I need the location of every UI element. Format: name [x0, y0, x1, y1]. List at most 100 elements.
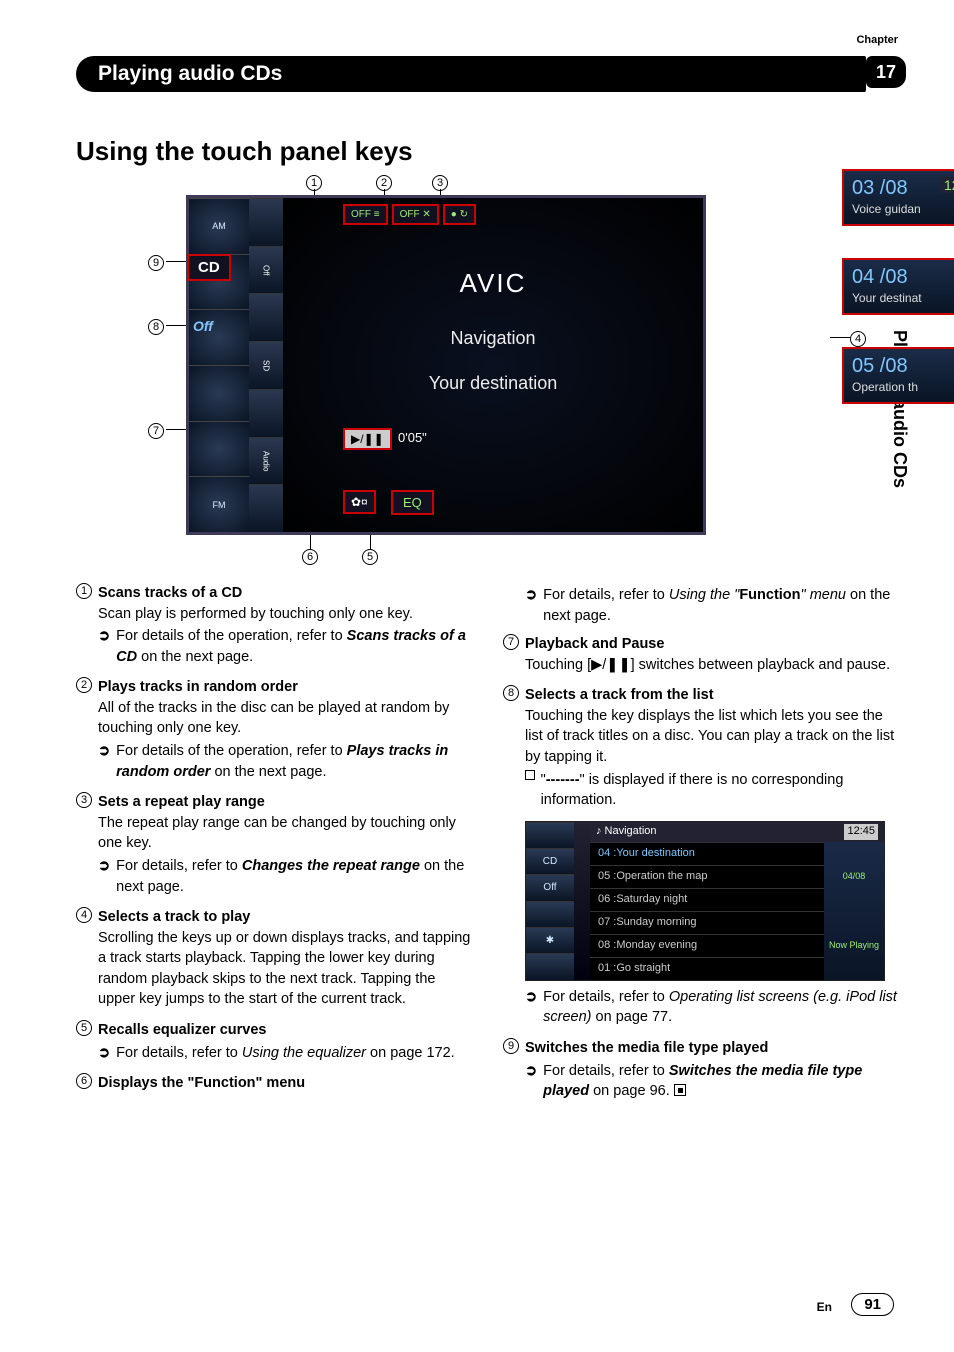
track-number: 04 /08 [852, 266, 908, 288]
list-item[interactable]: 07 :Sunday morning [590, 911, 824, 934]
item8-note: "-------" is displayed if there is no co… [541, 770, 902, 811]
left-tab[interactable]: AM [189, 198, 249, 254]
list-item[interactable]: 08 :Monday evening [590, 934, 824, 957]
left-tab[interactable]: FM [189, 476, 249, 532]
mode-tab[interactable]: Off [249, 246, 283, 294]
arrow-icon: ➲ [98, 626, 110, 667]
item1-body: Scan play is performed by touching only … [98, 604, 475, 625]
callout-8: 8 [148, 319, 164, 335]
mini-side-track: 04/08 [843, 870, 866, 883]
elapsed-time: 0'05" [398, 430, 427, 445]
function-menu-button[interactable]: ✿¤ [343, 490, 376, 514]
track-number: 05 /08 [852, 355, 908, 377]
page-number: 91 [851, 1293, 894, 1316]
bullet-1: 1 [76, 583, 92, 599]
artist-text: AVIC [283, 268, 703, 299]
callout-6: 6 [302, 549, 318, 565]
bullet-8: 8 [503, 685, 519, 701]
arrow-icon: ➲ [98, 1043, 110, 1064]
list-item[interactable]: 05 :Operation the map [590, 865, 824, 888]
end-mark-icon [674, 1084, 686, 1096]
mini-tab[interactable]: ✱ [526, 927, 574, 953]
diagram-figure: 1 2 3 9 8 7 4 6 5 AM FM [126, 179, 846, 559]
bullet-4: 4 [76, 907, 92, 923]
item6-title: Displays the "Function" menu [98, 1073, 305, 1094]
mode-tab[interactable]: Audio [249, 437, 283, 485]
mode-tab[interactable] [249, 198, 283, 246]
bullet-6: 6 [76, 1073, 92, 1089]
right-column: ➲ For details, refer to Using the "Funct… [503, 583, 902, 1112]
album-text: Navigation [283, 328, 703, 349]
arrow-icon: ➲ [525, 585, 537, 626]
list-item[interactable]: 04 :Your destination [590, 842, 824, 865]
list-item[interactable]: 06 :Saturday night [590, 888, 824, 911]
item7-body: Touching [▶/❚❚] switches between playbac… [525, 655, 902, 676]
arrow-icon: ➲ [98, 741, 110, 782]
item8-title: Selects a track from the list [525, 685, 714, 706]
track-title: Your destinat [852, 291, 922, 305]
language-label: En [817, 1300, 832, 1314]
left-column: 1 Scans tracks of a CD Scan play is perf… [76, 583, 475, 1112]
item4-body: Scrolling the keys up or down displays t… [98, 928, 475, 1010]
cont-sub: For details, refer to Using the "Functio… [543, 585, 902, 626]
item1-sub: For details of the operation, refer to S… [116, 626, 475, 667]
page-title-bar: Playing audio CDs [76, 56, 866, 92]
item7-title: Playback and Pause [525, 634, 664, 655]
track-card[interactable]: 04 /08 Your destinat [842, 258, 954, 315]
item4-title: Selects a track to play [98, 907, 250, 928]
mode-tab[interactable] [249, 389, 283, 437]
bullet-9: 9 [503, 1038, 519, 1054]
list-screenshot: CD Off ✱ ♪ Navigation 12:45 04 :Yo [525, 821, 885, 981]
scan-label: OFF [351, 209, 371, 220]
item3-title: Sets a repeat play range [98, 792, 265, 813]
callout-9: 9 [148, 255, 164, 271]
callout-5: 5 [362, 549, 378, 565]
mini-tab[interactable] [526, 901, 574, 927]
random-button[interactable]: OFF ✕ [392, 204, 439, 225]
track-title: Operation th [852, 380, 918, 394]
repeat-button[interactable]: ● ↻ [443, 204, 476, 225]
mode-tab[interactable] [249, 484, 283, 532]
item3-sub: For details, refer to Changes the repeat… [116, 856, 475, 897]
eq-button[interactable]: EQ [391, 490, 434, 515]
mini-tab[interactable] [526, 953, 574, 979]
mini-tab[interactable] [526, 822, 574, 848]
mini-tab[interactable]: CD [526, 848, 574, 874]
item8-sub: For details, refer to Operating list scr… [543, 987, 902, 1028]
off-label: Off [193, 318, 213, 334]
repeat-icon: ● [451, 209, 457, 220]
scan-button[interactable]: OFF ≡ [343, 204, 388, 225]
arrow-icon: ➲ [525, 1061, 537, 1102]
item2-sub: For details of the operation, refer to P… [116, 741, 475, 782]
track-text: Your destination [283, 373, 703, 394]
list-item[interactable]: 01 :Go straight [590, 957, 824, 980]
chapter-label: Chapter [856, 34, 898, 46]
item9-title: Switches the media file type played [525, 1038, 768, 1059]
mode-tab[interactable]: SD [249, 341, 283, 389]
item5-title: Recalls equalizer curves [98, 1020, 266, 1041]
item9-sub: For details, refer to Switches the media… [543, 1061, 902, 1102]
item2-body: All of the tracks in the disc can be pla… [98, 698, 475, 739]
bullet-2: 2 [76, 677, 92, 693]
arrow-icon: ➲ [525, 987, 537, 1028]
mini-tab[interactable]: Off [526, 874, 574, 900]
random-label: OFF [400, 209, 420, 220]
track-title: Voice guidan [852, 202, 921, 216]
left-tab[interactable] [189, 421, 249, 477]
item3-body: The repeat play range can be changed by … [98, 813, 475, 854]
device-screenshot: AM FM Off SD Audio OFF ≡ OFF ✕ [186, 195, 706, 535]
cd-source-button[interactable]: CD [187, 254, 231, 281]
mini-clock: 12:45 [844, 824, 878, 840]
mode-tab[interactable] [249, 293, 283, 341]
note-icon [525, 770, 535, 780]
callout-7: 7 [148, 423, 164, 439]
track-card[interactable]: 05 /08 Operation th [842, 347, 954, 404]
arrow-icon: ➲ [98, 856, 110, 897]
play-pause-button[interactable]: ▶/❚❚ [343, 428, 392, 450]
mini-breadcrumb: ♪ Navigation [596, 824, 657, 840]
item1-title: Scans tracks of a CD [98, 583, 242, 604]
track-card[interactable]: 03 /08 12:36 Voice guidan [842, 169, 954, 226]
left-tab[interactable] [189, 365, 249, 421]
bullet-3: 3 [76, 792, 92, 808]
item8-body: Touching the key displays the list which… [525, 706, 902, 768]
